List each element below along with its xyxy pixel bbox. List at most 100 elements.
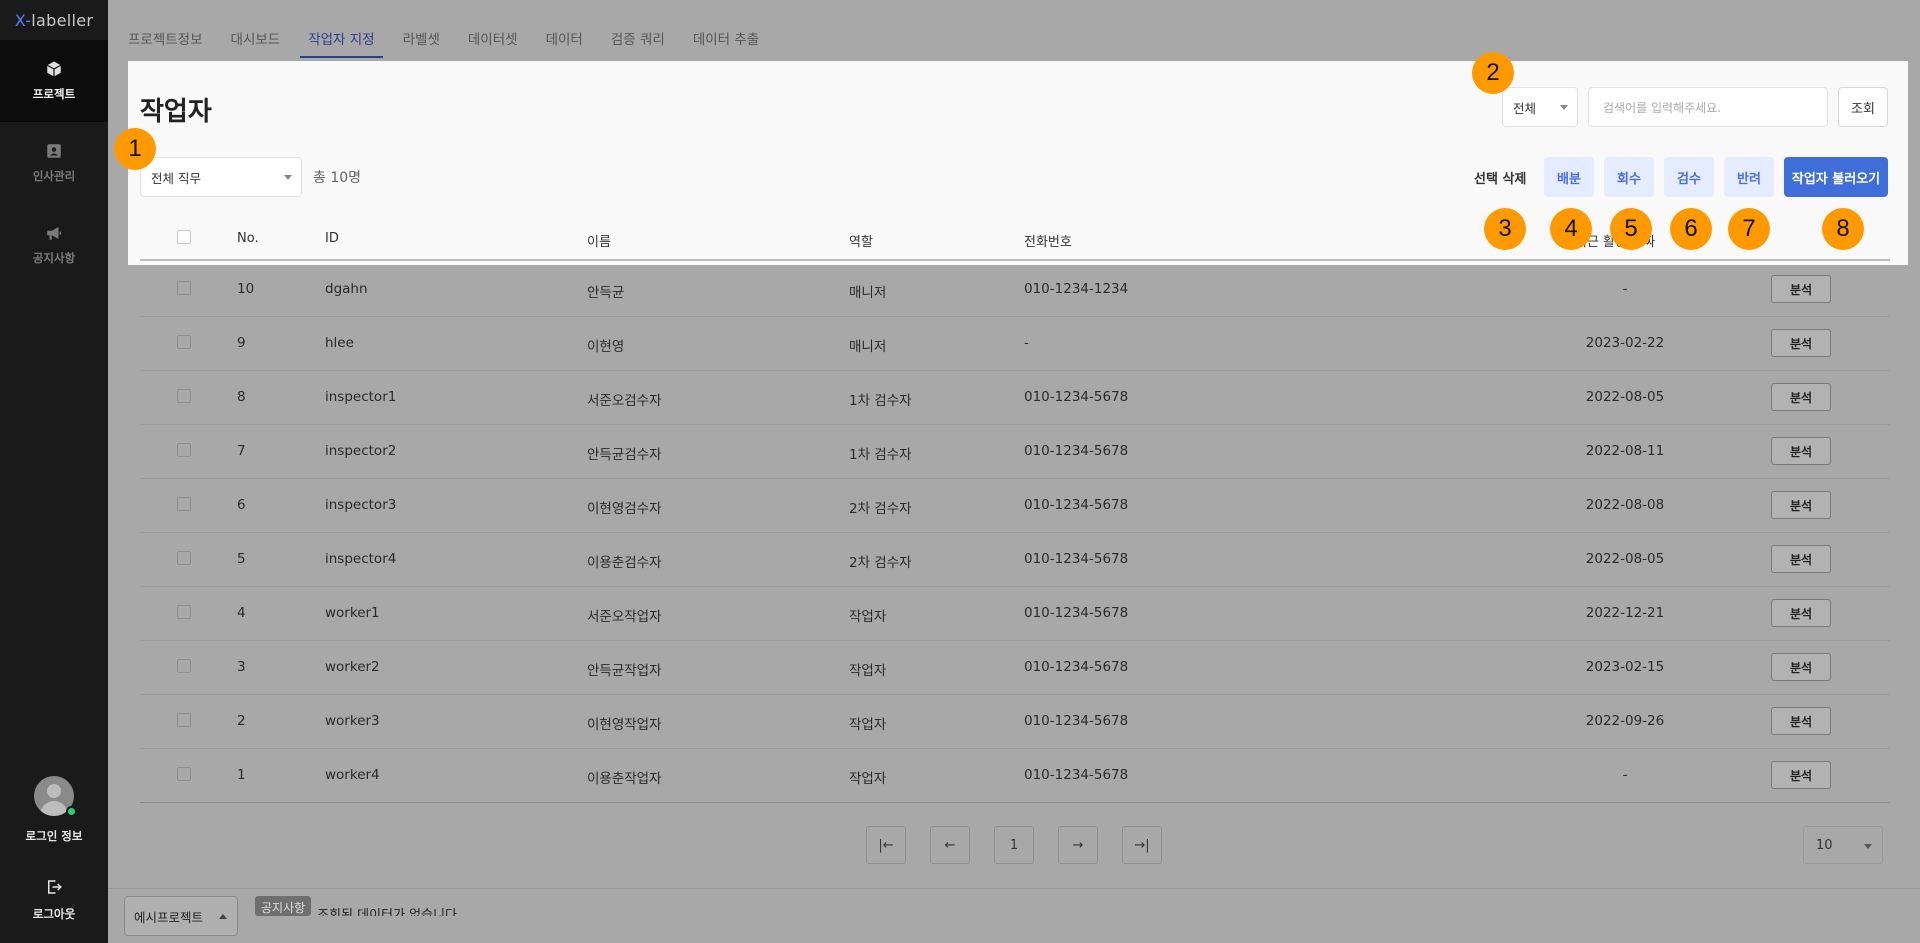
next-page-button[interactable]: →	[1058, 826, 1098, 864]
annotation-badge-6: 6	[1670, 208, 1712, 250]
rows-per-page-select[interactable]: 10	[1803, 826, 1883, 864]
row-checkbox[interactable]	[177, 497, 191, 511]
cell-role: 작업자	[849, 609, 887, 625]
project-select[interactable]: 에시프로젝트	[124, 896, 238, 936]
tab-validation-query[interactable]: 검증 쿼리	[611, 28, 665, 58]
row-checkbox[interactable]	[177, 659, 191, 673]
tab-dataset[interactable]: 데이터셋	[468, 28, 518, 58]
tab-assign-workers[interactable]: 작업자 지정	[300, 28, 383, 58]
cell-recent-date: 2022-09-26	[1585, 713, 1665, 729]
annotation-badge-7: 7	[1728, 208, 1770, 250]
sidebar-item-label: 프로젝트	[32, 87, 76, 101]
table-row: 6 inspector3 이현영검수자 2차 검수자 010-1234-5678…	[140, 479, 1890, 533]
recall-button[interactable]: 회수	[1604, 157, 1654, 197]
analyze-button[interactable]: 분석	[1771, 707, 1831, 735]
sidebar-item-label: 공지사항	[32, 251, 76, 265]
cell-name: 안득균작업자	[587, 663, 662, 679]
worker-table-body: 10 dgahn 안득균 매니저 010-1234-1234 - 분석 9 hl…	[140, 263, 1890, 803]
search-placeholder: 검색어를 입력해주세요.	[1603, 100, 1722, 115]
logout-icon	[48, 880, 62, 894]
reject-button[interactable]: 반려	[1724, 157, 1774, 197]
footer-notice-tag: 공지사항	[255, 896, 312, 916]
last-page-button[interactable]: →|	[1122, 826, 1162, 864]
sidebar-item-project[interactable]: 프로젝트	[0, 40, 108, 122]
cell-id: worker1	[325, 605, 380, 621]
row-checkbox[interactable]	[177, 713, 191, 727]
role-filter-select[interactable]: 전체 직무	[140, 157, 302, 197]
cell-role: 작업자	[849, 717, 887, 733]
cell-phone: 010-1234-1234	[1024, 281, 1129, 297]
cell-phone: 010-1234-5678	[1024, 497, 1129, 513]
cell-name: 이현영검수자	[587, 501, 662, 517]
analyze-button[interactable]: 분석	[1771, 491, 1831, 519]
row-checkbox[interactable]	[177, 389, 191, 403]
cell-recent-date: -	[1622, 281, 1628, 297]
distribute-button[interactable]: 배분	[1544, 157, 1594, 197]
row-checkbox[interactable]	[177, 551, 191, 565]
row-checkbox[interactable]	[177, 767, 191, 781]
table-row: 8 inspector1 서준오검수자 1차 검수자 010-1234-5678…	[140, 371, 1890, 425]
cell-name: 이현영	[587, 339, 625, 355]
cell-name: 서준오작업자	[587, 609, 662, 625]
analyze-button[interactable]: 분석	[1771, 437, 1831, 465]
cell-phone: 010-1234-5678	[1024, 767, 1129, 783]
tab-labelset[interactable]: 라벨셋	[403, 28, 440, 58]
annotation-badge-4: 4	[1550, 208, 1592, 250]
app-logo[interactable]: X-labeller	[0, 0, 108, 40]
sidebar-item-notice[interactable]: 공지사항	[0, 204, 108, 286]
search-filter-select[interactable]: 전체	[1502, 87, 1578, 127]
chevron-down-icon	[284, 175, 292, 180]
first-page-button[interactable]: |←	[866, 826, 906, 864]
query-button[interactable]: 조회	[1838, 87, 1888, 127]
analyze-button[interactable]: 분석	[1771, 599, 1831, 627]
analyze-button[interactable]: 분석	[1771, 653, 1831, 681]
cell-name: 서준오검수자	[587, 393, 662, 409]
inspect-button[interactable]: 검수	[1664, 157, 1714, 197]
cell-name: 안득균검수자	[587, 447, 662, 463]
analyze-button[interactable]: 분석	[1771, 545, 1831, 573]
table-row: 7 inspector2 안득균검수자 1차 검수자 010-1234-5678…	[140, 425, 1890, 479]
prev-page-button[interactable]: ←	[930, 826, 970, 864]
cell-recent-date: 2022-08-11	[1585, 443, 1665, 459]
project-select-value: 에시프로젝트	[134, 909, 204, 925]
table-row: 10 dgahn 안득균 매니저 010-1234-1234 - 분석	[140, 263, 1890, 317]
row-checkbox[interactable]	[177, 443, 191, 457]
cell-name: 이용춘작업자	[587, 771, 662, 787]
footer-divider	[108, 888, 1920, 889]
analyze-button[interactable]: 분석	[1771, 383, 1831, 411]
column-header-no: No.	[237, 231, 259, 246]
select-all-checkbox[interactable]	[177, 230, 191, 244]
megaphone-icon	[47, 227, 62, 240]
column-header-id: ID	[325, 231, 339, 246]
search-input[interactable]: 검색어를 입력해주세요.	[1588, 87, 1828, 127]
load-workers-button[interactable]: 작업자 불러오기	[1784, 157, 1888, 197]
cell-no: 8	[237, 389, 246, 405]
cell-recent-date: 2022-08-05	[1585, 389, 1665, 405]
tab-data-export[interactable]: 데이터 추출	[693, 28, 759, 58]
row-checkbox[interactable]	[177, 335, 191, 349]
table-row: 1 worker4 이용춘작업자 작업자 010-1234-5678 - 분석	[140, 749, 1890, 803]
sidebar-item-hr[interactable]: 인사관리	[0, 122, 108, 204]
table-row: 2 worker3 이현영작업자 작업자 010-1234-5678 2022-…	[140, 695, 1890, 749]
page-title: 작업자	[140, 97, 212, 127]
search-filter-value: 전체	[1513, 100, 1537, 116]
role-filter-value: 전체 직무	[151, 170, 201, 186]
delete-selected-button[interactable]: 선택 삭제	[1474, 157, 1526, 197]
row-checkbox[interactable]	[177, 605, 191, 619]
tab-dashboard[interactable]: 대시보드	[231, 28, 281, 58]
cell-role: 작업자	[849, 663, 887, 679]
analyze-button[interactable]: 분석	[1771, 761, 1831, 789]
analyze-button[interactable]: 분석	[1771, 329, 1831, 357]
login-info[interactable]: 로그인 정보	[0, 776, 108, 844]
cell-name: 이현영작업자	[587, 717, 662, 733]
logout-button[interactable]: 로그아웃	[0, 878, 108, 922]
cell-recent-date: 2022-08-05	[1585, 551, 1665, 567]
cell-no: 2	[237, 713, 246, 729]
page-number-button[interactable]: 1	[994, 826, 1034, 864]
cell-role: 1차 검수자	[849, 393, 912, 409]
row-checkbox[interactable]	[177, 281, 191, 295]
sidebar: X-labeller 프로젝트 인사관리 공지사항 로그인 정보 로그아웃	[0, 0, 108, 943]
analyze-button[interactable]: 분석	[1771, 275, 1831, 303]
tab-data[interactable]: 데이터	[546, 28, 583, 58]
tab-project-info[interactable]: 프로젝트정보	[128, 28, 203, 58]
